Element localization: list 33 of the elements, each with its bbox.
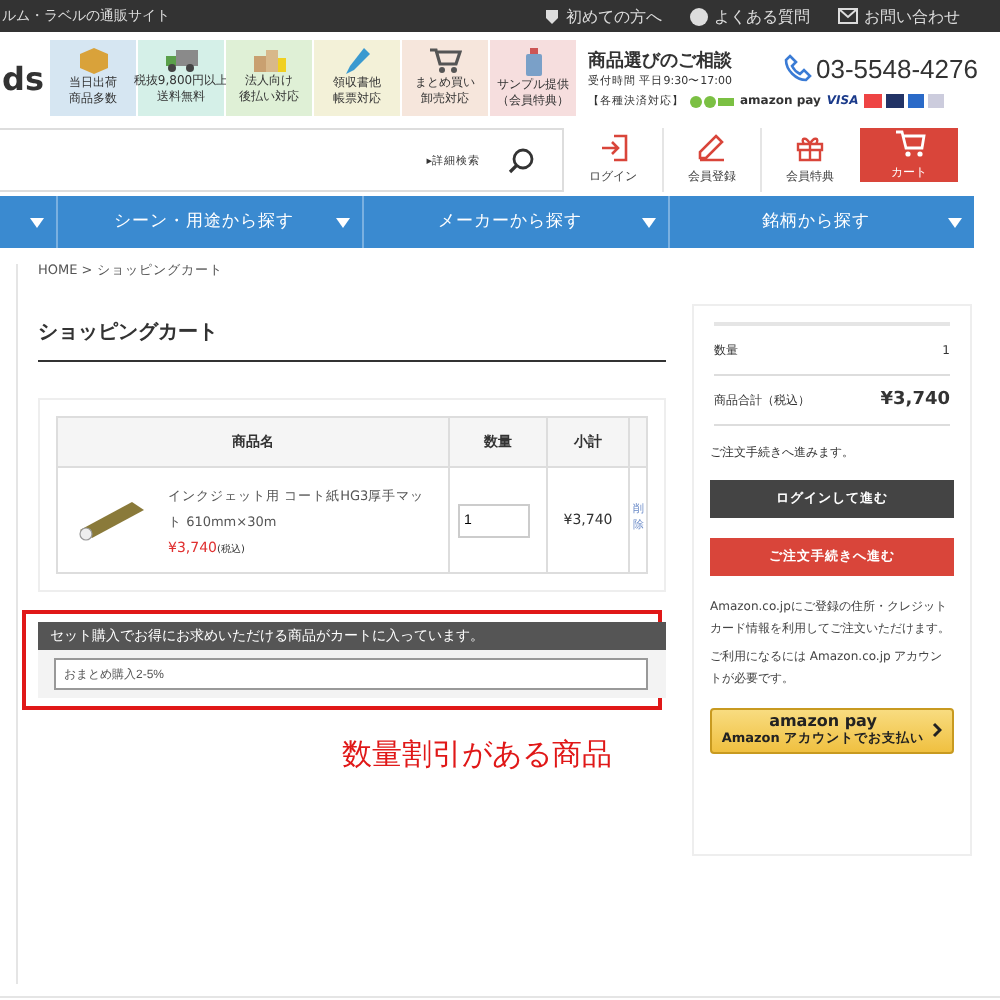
shield-icon <box>544 7 560 25</box>
pencil-icon <box>698 134 726 162</box>
boxes-icon <box>253 50 285 73</box>
summary-value: ¥3,740 <box>880 390 950 410</box>
box-icon <box>79 48 107 75</box>
dropdown-caret-icon <box>30 218 44 228</box>
pencil-icon <box>345 48 369 75</box>
annotation-text: 数量割引がある商品 <box>342 736 614 774</box>
category-menu[interactable]: シーン・用途から探す <box>56 196 362 248</box>
bottle-icon <box>523 47 543 76</box>
login-icon <box>599 134 627 162</box>
card-logos-icon <box>864 94 945 108</box>
category-menu[interactable]: 銘柄から探す <box>668 196 974 248</box>
chevron-right-icon <box>932 722 943 739</box>
dropdown-caret-icon <box>336 218 350 228</box>
dropdown-caret-icon <box>642 218 656 228</box>
logo-text[interactable]: ds <box>2 59 50 97</box>
dropdown-caret-icon <box>948 218 962 228</box>
cart-icon <box>429 48 461 75</box>
page-title: ショッピングカート <box>38 318 666 362</box>
phone-icon <box>784 54 812 82</box>
phone-number[interactable]: 03-5548-4276 <box>816 53 978 83</box>
top-link[interactable]: よくある質問 <box>690 5 810 27</box>
gift-icon <box>796 134 824 162</box>
top-link[interactable]: 初めての方へ <box>544 5 662 27</box>
consult-title: 商品選びのご相談 <box>588 48 734 74</box>
paper-roll-icon <box>76 498 148 542</box>
truck-icon <box>165 50 197 73</box>
cart-icon <box>893 129 925 157</box>
search-icon[interactable] <box>508 147 534 173</box>
top-link[interactable]: お問い合わせ <box>838 5 960 27</box>
mail-icon <box>838 8 858 24</box>
category-menu[interactable]: メーカーから探す <box>362 196 668 248</box>
